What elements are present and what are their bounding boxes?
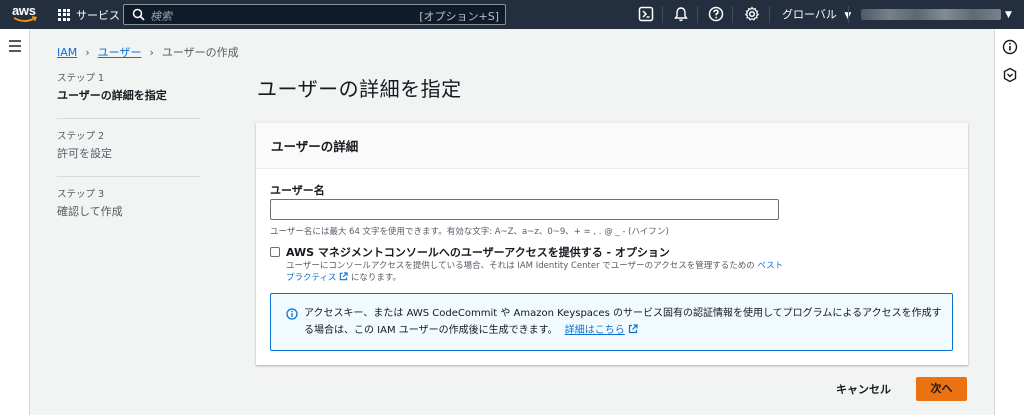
info-alert: アクセスキー、または AWS CodeCommit や Amazon Keysp… [270, 293, 953, 351]
step-label: 確認して作成 [57, 205, 123, 218]
aws-logo[interactable]: aws [12, 4, 38, 26]
chevron-right-icon: › [149, 45, 154, 59]
wizard-steps: ステップ 1 ユーザーの詳細を指定 ステップ 2 許可を設定 ステップ 3 確認… [57, 72, 200, 245]
nav-divider [848, 6, 849, 23]
console-access-checkbox[interactable] [270, 247, 280, 257]
cancel-button[interactable]: キャンセル [836, 381, 891, 397]
search-input[interactable]: 検索 [オプション+S] [123, 4, 506, 25]
console-desc-text: ユーザーにコンソールアクセスを提供している場合、それは IAM Identity… [286, 261, 755, 271]
info-icon [286, 308, 298, 320]
wizard-step-2: ステップ 2 許可を設定 [57, 130, 200, 177]
wizard-step-1: ステップ 1 ユーザーの詳細を指定 [57, 72, 200, 119]
container-header: ユーザーの詳細 [256, 123, 968, 169]
left-side-rail [0, 29, 30, 415]
notifications-bell-icon[interactable] [673, 6, 689, 22]
help-icon[interactable] [708, 6, 724, 22]
step-number: ステップ 3 [57, 189, 105, 200]
search-icon [132, 8, 145, 21]
search-placeholder: 検索 [150, 10, 172, 23]
aws-smile-icon [13, 16, 37, 22]
learn-more-link[interactable]: 詳細はこちら [565, 325, 625, 336]
nav-divider [697, 6, 698, 23]
step-label: ユーザーの詳細を指定 [57, 89, 167, 102]
username-input[interactable] [270, 199, 779, 220]
username-label: ユーザー名 [270, 184, 325, 197]
external-link-icon[interactable] [339, 272, 348, 281]
top-navigation-bar: aws サービス 検索 [オプション+S] グローバル ▼ [0, 0, 1024, 29]
nav-divider [662, 6, 663, 23]
services-menu-button[interactable]: サービス [58, 0, 120, 29]
step-number: ステップ 2 [57, 131, 105, 142]
next-button[interactable]: 次へ [916, 377, 967, 401]
console-desc-text-end: になります。 [350, 273, 402, 283]
info-panel-icon[interactable] [1002, 39, 1018, 55]
nav-divider [732, 6, 733, 23]
region-label: グローバル [782, 8, 837, 21]
wizard-step-3: ステップ 3 確認して作成 [57, 188, 200, 234]
step-label: 許可を設定 [57, 147, 112, 160]
external-link-icon[interactable] [628, 324, 638, 334]
console-access-description: ユーザーにコンソールアクセスを提供している場合、それは IAM Identity… [286, 260, 786, 284]
chevron-down-icon[interactable]: ▼ [1005, 10, 1012, 20]
chevron-right-icon: › [85, 45, 90, 59]
account-menu-blurred[interactable] [861, 9, 1001, 20]
breadcrumb-current: ユーザーの作成 [161, 46, 239, 59]
nav-divider [769, 6, 770, 23]
breadcrumb-link-users[interactable]: ユーザー [98, 44, 142, 60]
breadcrumb-link-iam[interactable]: IAM [57, 46, 77, 59]
services-grid-icon [58, 8, 70, 21]
feedback-hexagon-icon[interactable] [1002, 67, 1018, 83]
region-selector[interactable]: グローバル ▼ [782, 0, 851, 29]
page-title: ユーザーの詳細を指定 [257, 77, 462, 101]
step-number: ステップ 1 [57, 73, 105, 84]
cloudshell-icon[interactable] [638, 6, 654, 22]
breadcrumb: IAM › ユーザー › ユーザーの作成 [57, 44, 239, 60]
hamburger-menu-icon[interactable] [9, 40, 21, 55]
console-access-label[interactable]: AWS マネジメントコンソールへのユーザーアクセスを提供する - オプション [286, 244, 670, 260]
info-alert-text: アクセスキー、または AWS CodeCommit や Amazon Keysp… [304, 305, 944, 339]
user-details-container: ユーザーの詳細 ユーザー名 ユーザー名には最大 64 文字を使用できます。有効な… [256, 122, 968, 365]
username-constraint-hint: ユーザー名には最大 64 文字を使用できます。有効な文字: A~Z、a~z、0~… [270, 227, 669, 237]
search-shortcut-hint: [オプション+S] [419, 10, 499, 23]
settings-gear-icon[interactable] [744, 6, 760, 22]
right-side-rail [994, 29, 1024, 415]
services-label: サービス [76, 8, 120, 22]
